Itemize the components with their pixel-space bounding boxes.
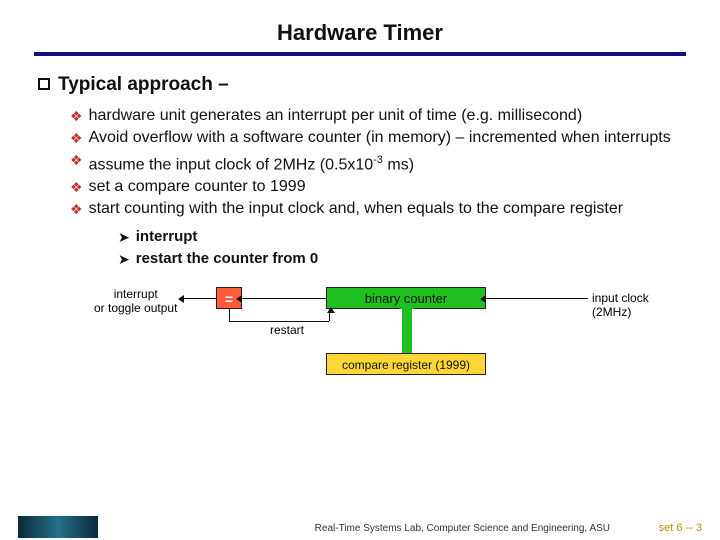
bullet-item: ❖ set a compare counter to 1999 — [70, 177, 686, 197]
superscript: -3 — [373, 154, 383, 166]
line-icon — [229, 309, 230, 321]
diamond-bullet-icon: ❖ — [70, 199, 83, 219]
footer-decoration-icon — [18, 516, 98, 538]
sub-bullet-item: ➤ restart the counter from 0 — [118, 249, 686, 269]
sub-bullet-text: interrupt — [136, 227, 198, 247]
bullet-text: hardware unit generates an interrupt per… — [89, 106, 583, 126]
bullet-item: ❖ start counting with the input clock an… — [70, 199, 686, 219]
line-icon — [229, 321, 329, 322]
heading-text: Typical approach – — [58, 74, 229, 96]
bullet-item: ❖ Avoid overflow with a software counter… — [70, 128, 686, 148]
heading-row: Typical approach – — [38, 74, 686, 96]
sub-bullet-item: ➤ interrupt — [118, 227, 686, 247]
footer-lab-text: Real-Time Systems Lab, Computer Science … — [315, 523, 610, 534]
arrow-line-icon — [486, 298, 588, 299]
footer: Real-Time Systems Lab, Computer Science … — [0, 512, 720, 540]
interrupt-output-label: interrupt or toggle output — [94, 287, 177, 315]
slide: Hardware Timer Typical approach – ❖ hard… — [0, 0, 720, 540]
double-arrow-icon — [402, 309, 412, 353]
page-title: Hardware Timer — [34, 20, 686, 46]
bullet-item: ❖ assume the input clock of 2MHz (0.5x10… — [70, 150, 686, 175]
arrow-bullet-icon: ➤ — [118, 227, 130, 247]
diamond-bullet-icon: ❖ — [70, 106, 83, 126]
bullet-text: assume the input clock of 2MHz (0.5x10-3… — [89, 150, 414, 175]
compare-register-box: compare register (1999) — [326, 353, 486, 375]
arrow-bullet-icon: ➤ — [118, 249, 130, 269]
bullet-item: ❖ hardware unit generates an interrupt p… — [70, 106, 686, 126]
sub-bullet-text: restart the counter from 0 — [136, 249, 319, 269]
bullet-text: Avoid overflow with a software counter (… — [89, 128, 671, 148]
bullet-text: set a compare counter to 1999 — [89, 177, 306, 197]
bullet-text: start counting with the input clock and,… — [89, 199, 624, 219]
diamond-bullet-icon: ❖ — [70, 150, 83, 170]
square-bullet-icon — [38, 78, 50, 90]
title-rule — [34, 52, 686, 56]
footer-page-number: set 6 -- 3 — [659, 522, 702, 534]
arrow-line-icon — [329, 309, 330, 321]
diamond-bullet-icon: ❖ — [70, 177, 83, 197]
diamond-bullet-icon: ❖ — [70, 128, 83, 148]
timer-diagram: interrupt or toggle output = binary coun… — [34, 281, 686, 401]
input-clock-label: input clock (2MHz) — [592, 291, 686, 319]
restart-label: restart — [270, 323, 304, 337]
arrow-line-icon — [242, 298, 326, 299]
arrow-line-icon — [184, 298, 216, 299]
